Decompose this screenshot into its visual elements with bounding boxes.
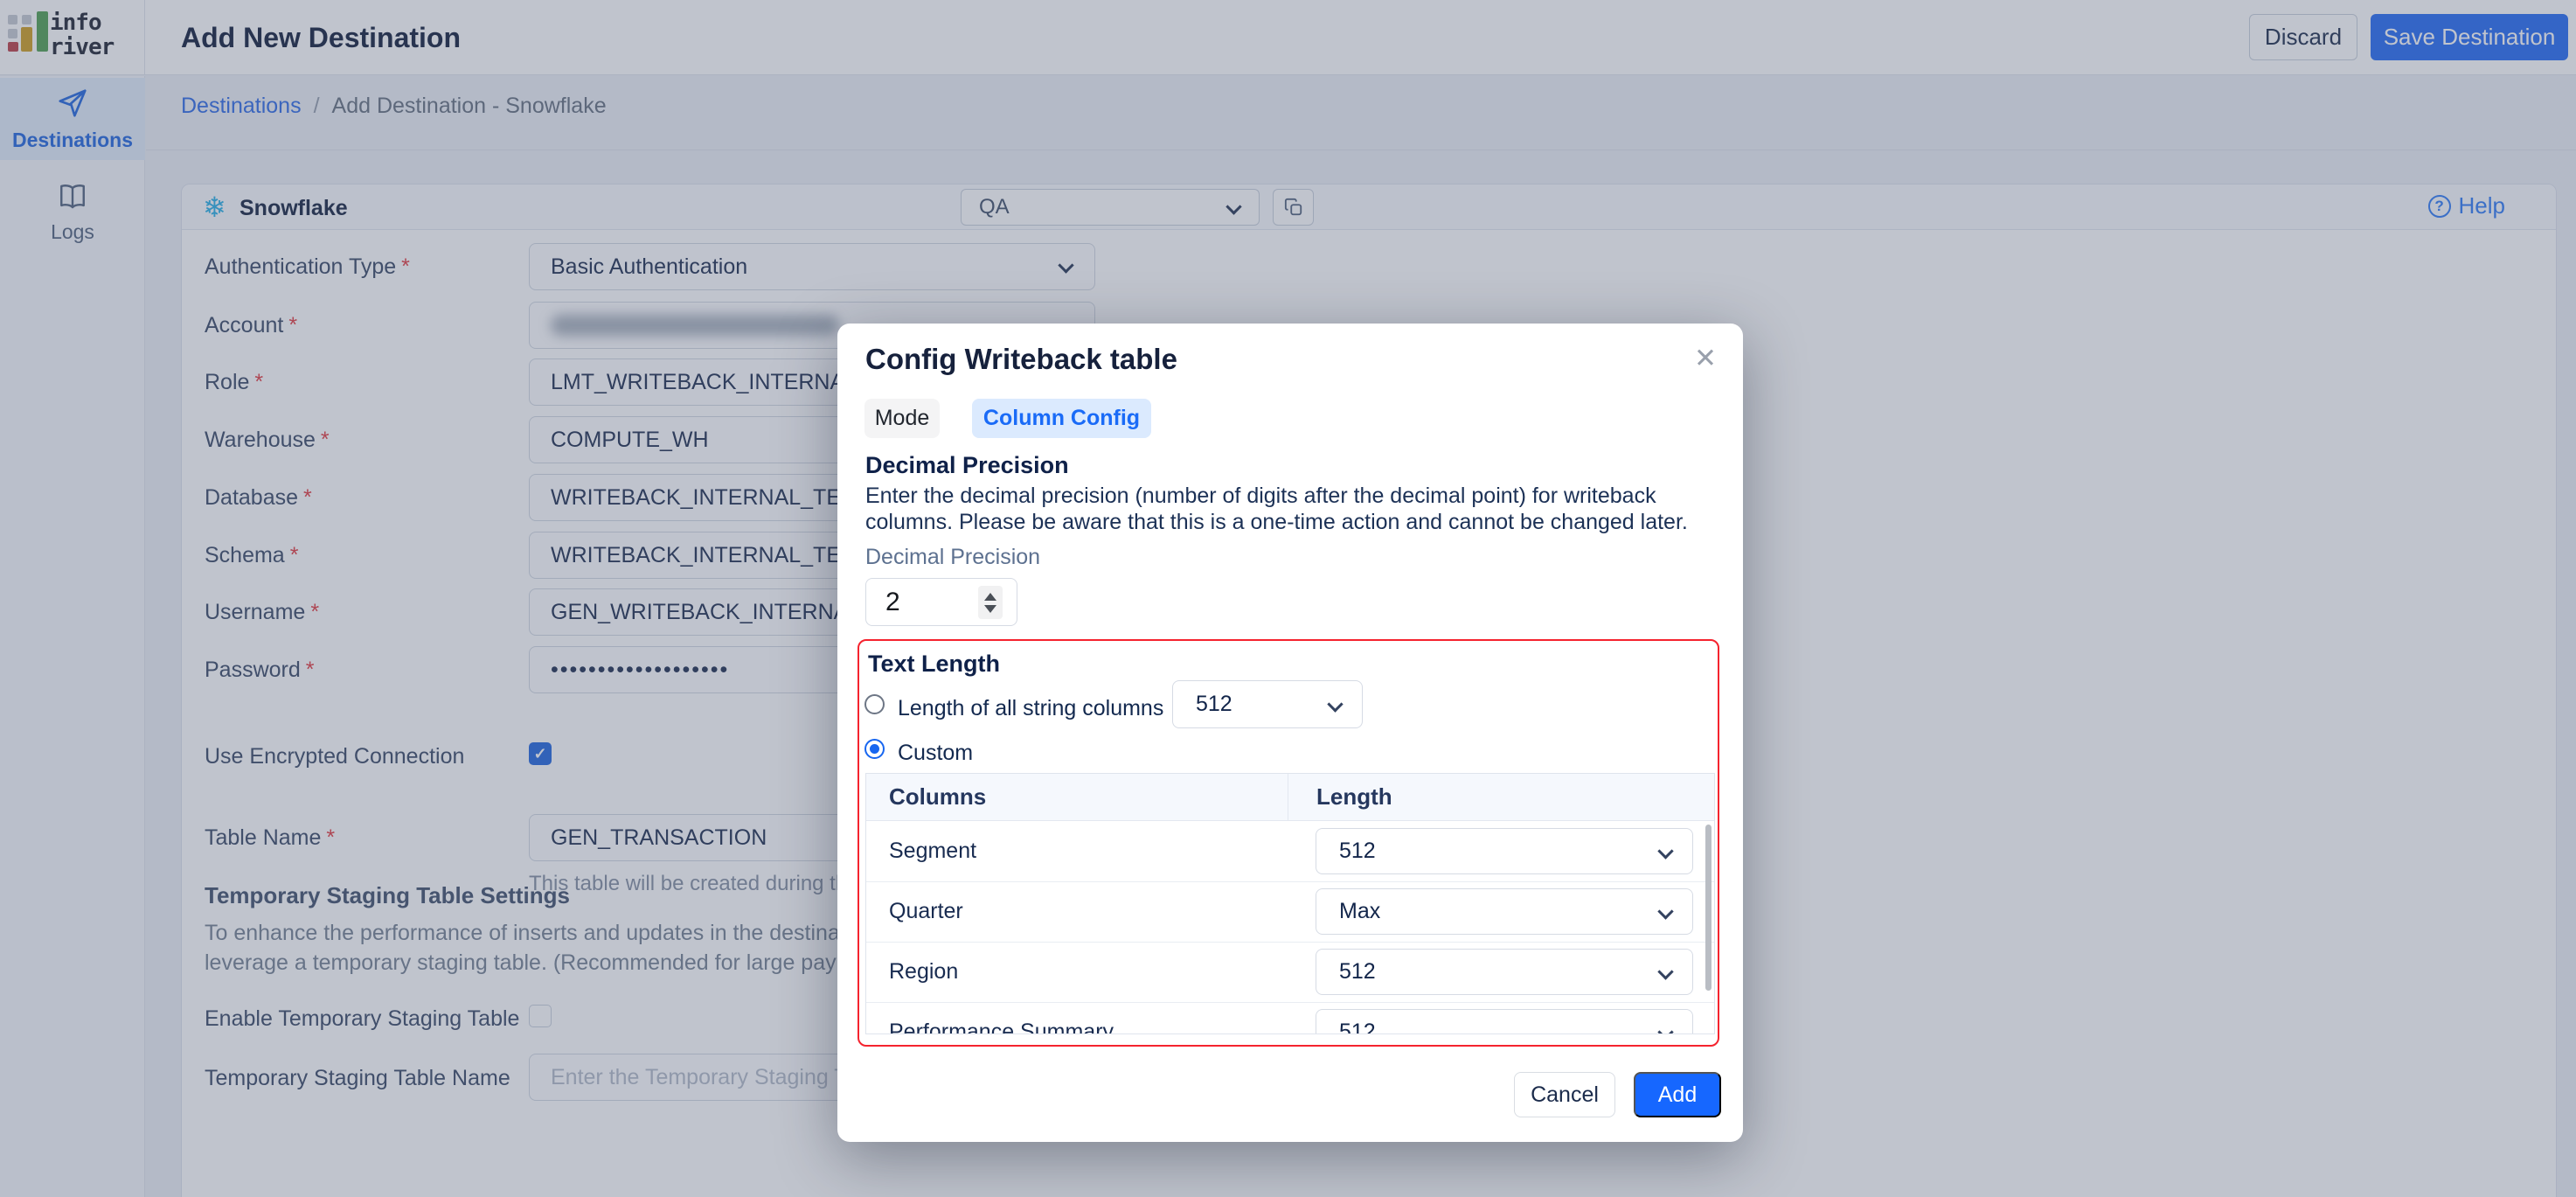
all-columns-length-select[interactable]: 512	[1172, 680, 1363, 728]
chevron-down-icon	[1657, 1024, 1673, 1033]
length-select-segment[interactable]: 512	[1316, 828, 1693, 874]
cancel-button[interactable]: Cancel	[1514, 1072, 1615, 1117]
all-columns-radio[interactable]	[864, 694, 885, 714]
close-icon[interactable]: ✕	[1694, 344, 1717, 372]
chevron-down-icon	[1657, 964, 1673, 979]
decimal-precision-label: Decimal Precision	[865, 545, 1040, 570]
table-row: Performance Summary 512	[866, 1002, 1714, 1033]
stepper-up-icon[interactable]	[984, 593, 996, 601]
decimal-precision-value: 2	[885, 579, 900, 625]
config-writeback-modal: Config Writeback table ✕ Mode Column Con…	[837, 324, 1743, 1142]
column-name: Region	[889, 942, 958, 1002]
table-row: Region 512	[866, 942, 1714, 1002]
decimal-precision-input[interactable]: 2	[865, 578, 1017, 626]
chevron-down-icon	[1657, 903, 1673, 919]
table-row: Segment 512	[866, 821, 1714, 881]
add-button[interactable]: Add	[1634, 1072, 1721, 1117]
all-columns-radio-label: Length of all string columns	[898, 696, 1163, 721]
text-length-section: Text Length Length of all string columns…	[858, 639, 1719, 1047]
table-scrollbar[interactable]	[1705, 825, 1712, 991]
columns-length-table: Columns Length Segment 512 Quarter Max R…	[865, 773, 1715, 1034]
modal-title: Config Writeback table	[865, 343, 1177, 376]
chevron-down-icon	[1657, 843, 1673, 859]
table-header-length: Length	[1288, 774, 1714, 821]
custom-radio-label: Custom	[898, 741, 973, 766]
number-stepper[interactable]	[978, 586, 1003, 619]
table-header-row: Columns Length	[866, 774, 1714, 821]
tab-column-config[interactable]: Column Config	[972, 399, 1151, 438]
custom-radio[interactable]	[864, 739, 885, 759]
table-row: Quarter Max	[866, 881, 1714, 942]
column-name: Performance Summary	[889, 1002, 1114, 1033]
length-select-quarter[interactable]: Max	[1316, 888, 1693, 935]
length-select-region[interactable]: 512	[1316, 949, 1693, 995]
column-name: Quarter	[889, 881, 963, 942]
decimal-precision-heading: Decimal Precision	[865, 452, 1069, 479]
text-length-heading: Text Length	[868, 651, 1000, 678]
chevron-down-icon	[1327, 696, 1343, 712]
decimal-precision-description: Enter the decimal precision (number of d…	[865, 483, 1726, 535]
stepper-down-icon[interactable]	[984, 605, 996, 613]
table-body: Segment 512 Quarter Max Region 512 Perfo…	[866, 821, 1714, 1033]
all-columns-length-value: 512	[1196, 692, 1232, 717]
table-header-columns: Columns	[866, 783, 1288, 811]
length-select-performance-summary[interactable]: 512	[1316, 1009, 1693, 1033]
tab-mode[interactable]: Mode	[864, 399, 940, 438]
column-name: Segment	[889, 821, 976, 881]
